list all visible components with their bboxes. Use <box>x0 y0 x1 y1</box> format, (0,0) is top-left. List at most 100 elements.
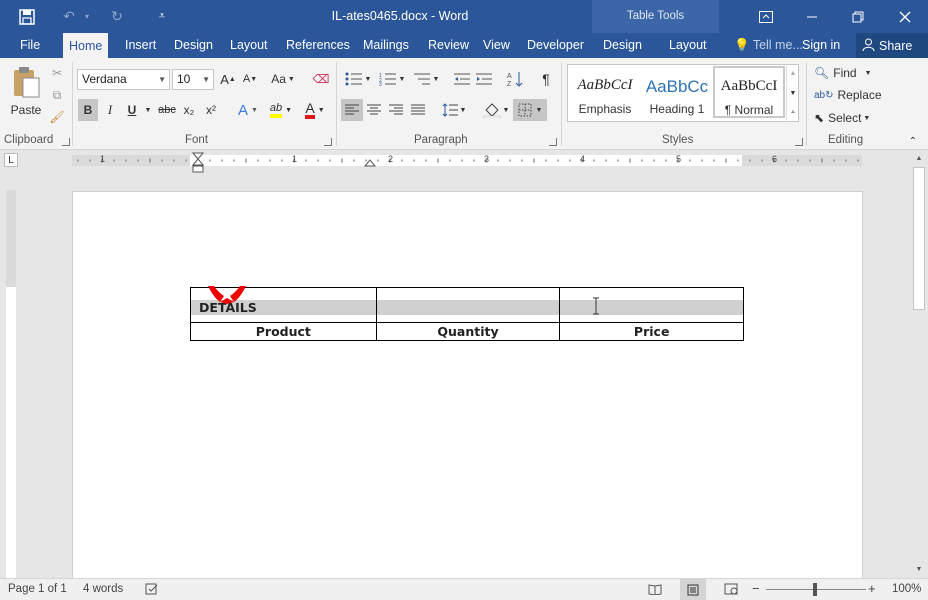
word-count[interactable]: 4 words <box>83 583 123 595</box>
column-header-quantity[interactable]: Quantity <box>375 322 561 341</box>
zoom-in-button[interactable]: + <box>868 581 876 596</box>
scroll-up-icon[interactable]: ▲ <box>913 152 925 164</box>
ribbon-display-options-icon[interactable] <box>752 0 780 33</box>
table-cell[interactable] <box>559 287 744 323</box>
font-color-button[interactable]: A ▼ <box>299 99 331 121</box>
tab-home[interactable]: Home <box>63 33 109 58</box>
bullets-button[interactable]: ▼ <box>343 68 373 90</box>
collapse-ribbon-icon[interactable]: ⌃ <box>906 134 920 148</box>
paragraph-launcher-icon[interactable] <box>549 138 557 146</box>
increase-indent-icon[interactable] <box>474 68 494 90</box>
page-count[interactable]: Page 1 of 1 <box>8 583 67 595</box>
text-effects-icon[interactable]: A ▼ <box>233 99 263 121</box>
decrease-indent-icon[interactable] <box>452 68 472 90</box>
tab-file[interactable]: File <box>14 33 46 58</box>
right-indent-marker-icon[interactable] <box>364 156 376 170</box>
change-case-button[interactable]: Aa ▼ <box>268 68 298 90</box>
cut-icon[interactable]: ✂ <box>49 62 65 84</box>
tell-me-box[interactable]: 💡 Tell me... <box>728 33 809 58</box>
vertical-ruler[interactable] <box>6 190 16 578</box>
lightbulb-icon: 💡 <box>734 38 750 52</box>
shrink-font-button[interactable]: A ▼ <box>241 68 259 90</box>
show-formatting-button[interactable]: ¶ <box>537 68 555 90</box>
style-heading-1[interactable]: AaBbCc Heading 1 <box>642 67 712 119</box>
minimize-icon[interactable] <box>798 0 826 33</box>
copy-icon[interactable]: ⧉ <box>49 84 65 106</box>
zoom-slider-thumb[interactable] <box>813 583 817 596</box>
find-button[interactable]: 🔍︎ Find ▼ <box>814 62 878 84</box>
save-icon[interactable] <box>14 0 40 33</box>
undo-dropdown-icon[interactable]: ▾ <box>80 0 94 33</box>
line-spacing-button[interactable]: ▼ <box>440 99 468 121</box>
align-right-icon[interactable] <box>386 99 406 121</box>
font-launcher-icon[interactable] <box>324 138 332 146</box>
highlight-color-button[interactable]: ab ▼ <box>265 99 297 121</box>
sort-icon[interactable]: AZ <box>505 68 525 90</box>
underline-dropdown-icon[interactable]: ▼ <box>143 99 153 121</box>
redo-icon[interactable]: ↻ <box>106 0 128 33</box>
sign-in-link[interactable]: Sign in <box>802 33 840 58</box>
scroll-down-icon[interactable]: ▼ <box>913 563 925 575</box>
clear-formatting-icon[interactable]: ⌫ <box>311 68 331 90</box>
grow-font-button[interactable]: A ▲ <box>219 68 237 90</box>
undo-icon[interactable]: ↶ <box>58 0 80 33</box>
subscript-button[interactable]: x₂ <box>180 99 198 121</box>
tab-developer[interactable]: Developer <box>521 33 590 58</box>
tab-mailings[interactable]: Mailings <box>357 33 415 58</box>
scrollbar-thumb[interactable] <box>913 167 925 310</box>
select-button[interactable]: ⬉ Select ▼ <box>814 107 878 129</box>
style-normal[interactable]: AaBbCcI ¶ Normal <box>713 66 785 118</box>
paste-button[interactable]: Paste <box>8 62 44 120</box>
style-emphasis[interactable]: AaBbCcI Emphasis <box>570 67 640 119</box>
column-header-product[interactable]: Product <box>190 322 377 341</box>
clipboard-launcher-icon[interactable] <box>62 138 70 146</box>
align-center-icon[interactable] <box>364 99 384 121</box>
format-painter-icon[interactable]: 🖌 <box>49 106 65 128</box>
bold-button[interactable]: B <box>78 99 98 121</box>
ruler-number: 1 <box>292 154 298 164</box>
print-layout-icon[interactable] <box>680 579 706 600</box>
ruler-number: 4 <box>580 154 586 164</box>
tab-selector[interactable]: L <box>4 153 18 167</box>
styles-more-icon[interactable]: ⩡ <box>786 103 799 122</box>
tab-layout[interactable]: Layout <box>224 33 274 58</box>
close-icon[interactable] <box>890 0 920 33</box>
align-left-icon[interactable] <box>341 99 363 121</box>
shading-button[interactable]: ▼ <box>480 99 512 121</box>
underline-button[interactable]: U <box>123 99 141 121</box>
multilevel-list-button[interactable]: ▼ <box>411 68 441 90</box>
customize-qat-icon[interactable]: ⩡ <box>152 0 172 33</box>
zoom-out-button[interactable]: − <box>752 581 760 596</box>
proofing-icon[interactable] <box>145 583 159 598</box>
table-cell[interactable] <box>375 287 561 323</box>
document-table[interactable]: DETAILS Product Quantity Price <box>190 287 744 341</box>
zoom-level[interactable]: 100% <box>892 583 921 595</box>
styles-scroll-up-icon[interactable]: ▲ <box>786 64 799 83</box>
share-button[interactable]: Share <box>856 33 928 58</box>
styles-scroll-down-icon[interactable]: ▼ <box>786 84 799 103</box>
font-size-combo[interactable]: 10 ▼ <box>172 69 214 90</box>
tab-table-layout[interactable]: Layout <box>663 33 713 58</box>
tab-table-design[interactable]: Design <box>597 33 648 58</box>
tab-design[interactable]: Design <box>168 33 219 58</box>
styles-launcher-icon[interactable] <box>795 138 803 146</box>
justify-icon[interactable] <box>408 99 428 121</box>
replace-button[interactable]: ab↻ Replace <box>814 84 882 106</box>
superscript-button[interactable]: x² <box>202 99 220 121</box>
borders-button[interactable]: ▼ <box>513 99 547 121</box>
horizontal-ruler[interactable] <box>72 155 862 166</box>
tab-references[interactable]: References <box>280 33 356 58</box>
indent-marker-icon[interactable] <box>192 152 204 174</box>
restore-icon[interactable] <box>844 0 872 33</box>
numbering-button[interactable]: 1 2 3 ▼ <box>377 68 407 90</box>
tab-review[interactable]: Review <box>422 33 475 58</box>
tab-insert[interactable]: Insert <box>119 33 162 58</box>
italic-button[interactable]: I <box>101 99 119 121</box>
font-name-combo[interactable]: Verdana ▼ <box>77 69 170 90</box>
read-mode-icon[interactable] <box>648 583 662 598</box>
document-page[interactable] <box>72 191 863 580</box>
web-layout-icon[interactable] <box>724 583 738 598</box>
tab-view[interactable]: View <box>477 33 516 58</box>
strikethrough-button[interactable]: abc <box>156 99 178 121</box>
column-header-price[interactable]: Price <box>559 322 744 341</box>
